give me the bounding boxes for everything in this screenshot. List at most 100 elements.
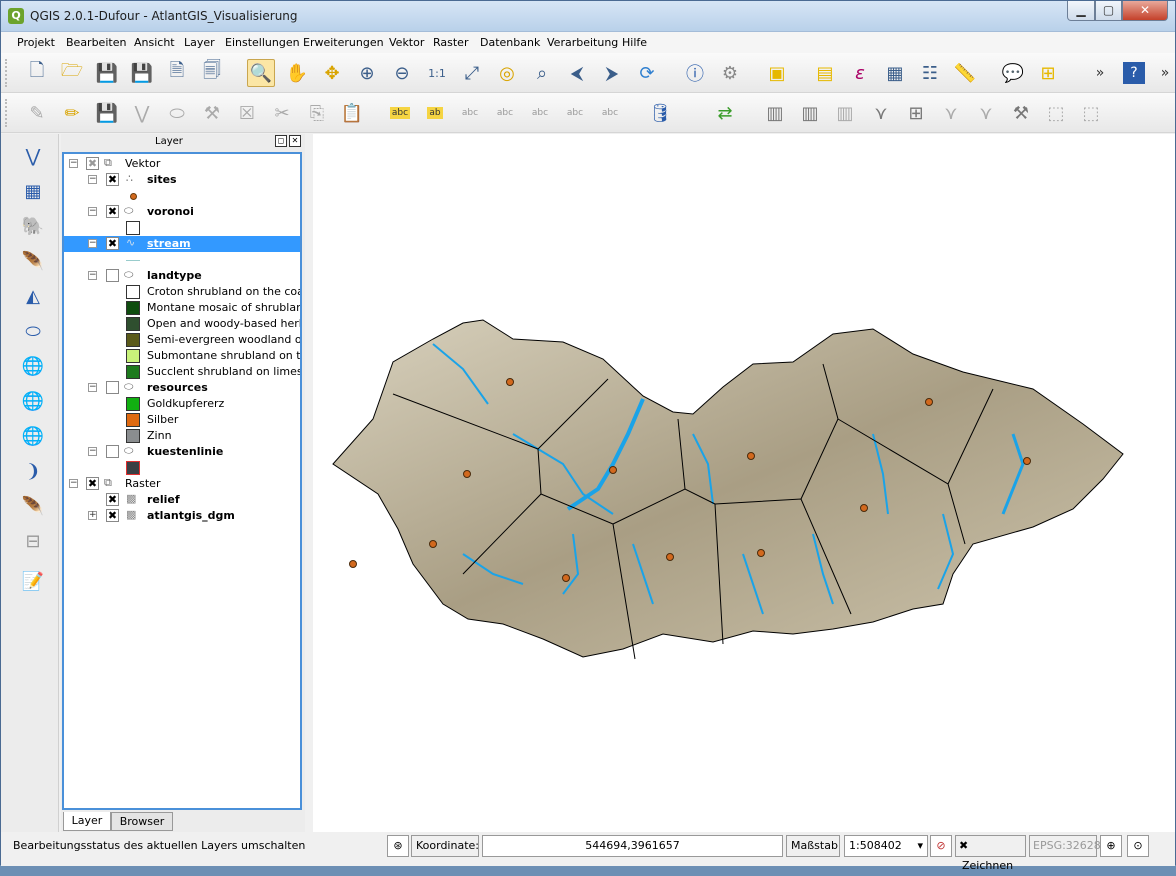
add-mssql-icon[interactable]: ◭: [19, 282, 47, 310]
pan-map-to-selection-icon[interactable]: ✥: [318, 59, 346, 87]
maximize-button[interactable]: ▢: [1095, 1, 1122, 21]
tree-layer-kuestenlinie[interactable]: − ⬭ kuestenlinie: [64, 444, 300, 460]
change-label-icon[interactable]: abc: [561, 99, 589, 127]
label-icon[interactable]: abc: [386, 99, 414, 127]
paste-features-icon[interactable]: 📋: [338, 99, 366, 127]
tree-group-vektor[interactable]: − ✖ ⧉ Vektor: [64, 156, 300, 172]
rotate-label-icon[interactable]: abc: [526, 99, 554, 127]
annotation-icon[interactable]: 💬: [999, 59, 1027, 87]
layer-checkbox[interactable]: ✖: [106, 493, 119, 506]
identify-icon[interactable]: ⓘ: [681, 59, 709, 87]
group-checkbox[interactable]: ✖: [86, 157, 99, 170]
close-panel-button[interactable]: ✕: [289, 135, 301, 147]
copy-features-icon[interactable]: ⎘: [303, 99, 331, 127]
tree-layer-voronoi[interactable]: − ✖ ⬭ voronoi: [64, 204, 300, 220]
menu-projekt[interactable]: Projekt: [17, 36, 55, 49]
zoom-out-icon[interactable]: ⊖: [388, 59, 416, 87]
pin-labels-icon[interactable]: ab: [421, 99, 449, 127]
action-icon[interactable]: ⚙: [716, 59, 744, 87]
add-wms-icon[interactable]: 🌐: [19, 352, 47, 380]
expand-icon[interactable]: +: [88, 511, 97, 520]
menu-verarbeitung[interactable]: Verarbeitung: [547, 36, 618, 49]
new-project-icon[interactable]: 🗋: [23, 59, 51, 87]
collapse-icon[interactable]: −: [88, 447, 97, 456]
collapse-icon[interactable]: −: [88, 175, 97, 184]
menu-erweiterungen[interactable]: Erweiterungen: [303, 36, 384, 49]
remove-layer-icon[interactable]: ⊟: [19, 527, 47, 555]
plugin-5-icon[interactable]: ⊞: [902, 99, 930, 127]
new-shapefile-icon[interactable]: 🪶: [19, 492, 47, 520]
toggle-extents-icon[interactable]: ⊛: [387, 835, 409, 857]
layer-checkbox[interactable]: ✖: [106, 173, 119, 186]
tree-layer-dgm[interactable]: + ✖ ▩ atlantgis_dgm: [64, 508, 300, 524]
plugin-7-icon[interactable]: ⋎: [972, 99, 1000, 127]
new-print-composer-icon[interactable]: 🗎: [163, 59, 191, 87]
render-checkbox[interactable]: ✖: [959, 839, 968, 852]
save-project-icon[interactable]: 💾: [93, 59, 121, 87]
zoom-native-icon[interactable]: 1:1: [423, 59, 451, 87]
tree-group-raster[interactable]: − ✖ ⧉ Raster: [64, 476, 300, 492]
coordinate-field[interactable]: 544694,3961657: [482, 835, 783, 857]
tab-layer[interactable]: Layer: [63, 812, 111, 831]
render-checkbox-row[interactable]: ✖ Zeichnen: [955, 835, 1026, 872]
menu-vektor[interactable]: Vektor: [389, 36, 424, 49]
menu-ansicht[interactable]: Ansicht: [134, 36, 175, 49]
current-edits-icon[interactable]: ✎: [23, 99, 51, 127]
statistics-icon[interactable]: ☷: [916, 59, 944, 87]
deselect-icon[interactable]: ▤: [811, 59, 839, 87]
plugin-1-icon[interactable]: ▥: [761, 99, 789, 127]
plugin-10-icon[interactable]: ⬚: [1077, 99, 1105, 127]
show-hide-labels-icon[interactable]: abc: [456, 99, 484, 127]
more-tools-icon[interactable]: »: [1086, 59, 1114, 87]
zoom-to-selection-icon[interactable]: ⌕: [528, 59, 556, 87]
collapse-icon[interactable]: −: [88, 239, 97, 248]
layer-checkbox[interactable]: ✖: [106, 237, 119, 250]
epsg-label[interactable]: EPSG:32628: [1029, 835, 1101, 857]
plugin-2-icon[interactable]: ▥: [796, 99, 824, 127]
zoom-last-icon[interactable]: ⮜: [563, 59, 591, 87]
add-feature-icon[interactable]: ⋁: [128, 99, 156, 127]
add-wcs-icon[interactable]: 🌐: [19, 387, 47, 415]
float-panel-button[interactable]: ◻: [275, 135, 287, 147]
plugin-3-icon[interactable]: ▥: [831, 99, 859, 127]
expression-select-icon[interactable]: ε: [846, 59, 874, 87]
tree-layer-relief[interactable]: ✖ ▩ relief: [64, 492, 300, 508]
messages-icon[interactable]: ⊙: [1127, 835, 1149, 857]
toggle-editing-icon[interactable]: ✏: [58, 99, 86, 127]
group-checkbox[interactable]: ✖: [86, 477, 99, 490]
menu-bearbeiten[interactable]: Bearbeiten: [66, 36, 126, 49]
layer-checkbox[interactable]: ✖: [106, 509, 119, 522]
add-wfs-icon[interactable]: 🌐: [19, 422, 47, 450]
save-as-icon[interactable]: 💾: [128, 59, 156, 87]
select-icon[interactable]: ▣: [763, 59, 791, 87]
collapse-icon[interactable]: −: [69, 159, 78, 168]
pan-icon[interactable]: ✋: [283, 59, 311, 87]
scale-combo[interactable]: 1:508402 ▾: [844, 835, 928, 857]
menu-raster[interactable]: Raster: [433, 36, 468, 49]
change-label-2-icon[interactable]: abc: [596, 99, 624, 127]
composer-manager-icon[interactable]: 🗐: [198, 59, 226, 87]
layer-checkbox[interactable]: ✖: [106, 205, 119, 218]
collapse-icon[interactable]: −: [88, 383, 97, 392]
menu-einstellungen[interactable]: Einstellungen: [225, 36, 300, 49]
zoom-in-icon[interactable]: ⊕: [353, 59, 381, 87]
move-label-icon[interactable]: abc: [491, 99, 519, 127]
plugin-9-icon[interactable]: ⬚: [1042, 99, 1070, 127]
layer-checkbox[interactable]: [106, 269, 119, 282]
gps-icon[interactable]: 📝: [19, 567, 47, 595]
move-feature-icon[interactable]: ⬭: [163, 99, 191, 127]
measure-icon[interactable]: 📏: [951, 59, 979, 87]
collapse-icon[interactable]: −: [69, 479, 78, 488]
menu-datenbank[interactable]: Datenbank: [480, 36, 540, 49]
help-icon[interactable]: ?: [1123, 62, 1145, 84]
tree-layer-resources[interactable]: − ⬭ resources: [64, 380, 300, 396]
zoom-full-icon[interactable]: ⤢: [458, 59, 486, 87]
attribute-table-icon[interactable]: ▦: [881, 59, 909, 87]
delete-selected-icon[interactable]: ☒: [233, 99, 261, 127]
minimize-button[interactable]: ▁: [1067, 1, 1095, 21]
plugin-6-icon[interactable]: ⋎: [937, 99, 965, 127]
map-canvas[interactable]: [313, 134, 1175, 832]
pan-to-selection-icon[interactable]: 🔍: [247, 59, 275, 87]
plugin-4-icon[interactable]: ⋎: [867, 99, 895, 127]
tree-layer-stream[interactable]: − ✖ ∿ stream: [64, 236, 300, 252]
